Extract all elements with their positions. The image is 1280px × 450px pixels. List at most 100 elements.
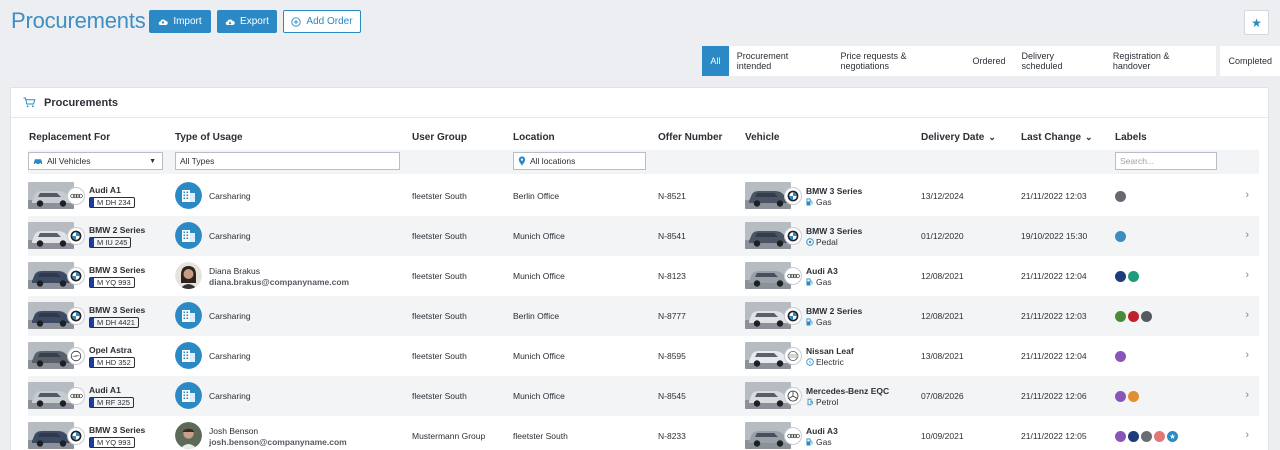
chevron-right-icon[interactable]: › bbox=[1245, 309, 1249, 321]
license-plate: M YQ 993 bbox=[89, 276, 135, 288]
vehicle-filter-value: All Vehicles bbox=[47, 156, 91, 166]
vehicle-model: BMW 3 Series bbox=[806, 225, 863, 236]
label-dot[interactable] bbox=[1128, 270, 1139, 282]
location: Munich Office bbox=[513, 271, 565, 281]
tab-procurement-intended[interactable]: Procurement intended bbox=[728, 46, 833, 76]
usage-name: Carsharing bbox=[209, 191, 251, 201]
labels-search-placeholder: Search... bbox=[1120, 156, 1155, 166]
label-dot[interactable] bbox=[1141, 430, 1152, 442]
label-dot[interactable] bbox=[1141, 310, 1152, 322]
usage-name: Josh Benson bbox=[209, 425, 259, 436]
tab-all[interactable]: All bbox=[702, 46, 729, 76]
label-dot[interactable] bbox=[1115, 430, 1126, 442]
table-row[interactable]: BMW 3 Series M YQ 993 Josh Benson josh.b… bbox=[28, 416, 1259, 450]
label-dot[interactable] bbox=[1128, 310, 1139, 322]
license-plate-text: M YQ 993 bbox=[97, 277, 131, 287]
cart-icon bbox=[23, 97, 36, 108]
license-plate: M IU 245 bbox=[89, 236, 132, 248]
replacement-vehicle-info: BMW 3 Series M YQ 993 bbox=[89, 416, 145, 450]
usage-email: josh.benson@companyname.com bbox=[209, 436, 347, 447]
label-dot[interactable] bbox=[1115, 350, 1126, 362]
tab-price-requests[interactable]: Price requests & negotiations bbox=[832, 46, 965, 76]
fuel-pump-icon bbox=[806, 198, 813, 206]
usage-info: Josh Benson josh.benson@companyname.com bbox=[209, 416, 347, 450]
license-plate: M DH 4421 bbox=[89, 316, 139, 328]
usage-name: Carsharing bbox=[209, 351, 251, 361]
nissan-logo-icon bbox=[784, 347, 802, 365]
tab-ordered[interactable]: Ordered bbox=[964, 46, 1014, 76]
user-group: Mustermann Group bbox=[412, 431, 486, 441]
chevron-right-icon[interactable]: › bbox=[1245, 349, 1249, 361]
fuel-type-label: Petrol bbox=[816, 396, 839, 407]
vehicle-info: Audi A3 Gas bbox=[806, 416, 838, 450]
col-last-change[interactable]: Last Change ⌄ bbox=[1021, 132, 1093, 143]
chevron-right-icon[interactable]: › bbox=[1245, 189, 1249, 201]
label-dot[interactable] bbox=[1115, 390, 1126, 402]
table-row[interactable]: Audi A1 M RF 325 Carsharing fleetster So… bbox=[28, 376, 1259, 416]
tab-completed[interactable]: Completed bbox=[1220, 46, 1280, 76]
label-dot[interactable] bbox=[1115, 230, 1126, 242]
label-dot[interactable] bbox=[1167, 430, 1178, 442]
add-order-button[interactable]: Add Order bbox=[283, 10, 361, 33]
replacement-vehicle-info: Opel Astra M HD 352 bbox=[89, 336, 135, 376]
chevron-right-icon[interactable]: › bbox=[1245, 429, 1249, 441]
pedal-icon bbox=[806, 237, 814, 246]
label-dot[interactable] bbox=[1154, 430, 1165, 442]
chevron-right-icon[interactable]: › bbox=[1245, 389, 1249, 401]
table-row[interactable]: BMW 3 Series M YQ 993 Diana Brakus diana… bbox=[28, 256, 1259, 296]
table-row[interactable]: Audi A1 M DH 234 Carsharing fleetster So… bbox=[28, 176, 1259, 216]
replacement-model: BMW 2 Series bbox=[89, 224, 146, 235]
usage-email: diana.brakus@companyname.com bbox=[209, 276, 350, 287]
tab-registration-handover[interactable]: Registration & handover bbox=[1104, 46, 1217, 76]
vehicle-info: Audi A3 Gas bbox=[806, 256, 838, 296]
replacement-vehicle-info: BMW 2 Series M IU 245 bbox=[89, 216, 145, 256]
labels-cell bbox=[1115, 216, 1126, 256]
labels-search-input[interactable]: Search... bbox=[1115, 152, 1217, 170]
delivery-date: 10/09/2021 bbox=[921, 431, 964, 441]
table-row[interactable]: BMW 2 Series M IU 245 Carsharing fleetst… bbox=[28, 216, 1259, 256]
license-plate: M DH 234 bbox=[89, 196, 135, 208]
fuel-type: Pedal bbox=[806, 237, 838, 247]
bmw-logo-icon bbox=[784, 227, 802, 245]
vehicle-info: Mercedes-Benz EQC Petrol bbox=[806, 376, 889, 416]
vehicle-filter-select[interactable]: All Vehicles ▼ bbox=[28, 152, 163, 170]
fuel-type: Gas bbox=[806, 197, 832, 207]
last-change: 21/11/2022 12:03 bbox=[1021, 311, 1087, 321]
vehicle-info: BMW 3 Series Pedal bbox=[806, 216, 862, 256]
location: Munich Office bbox=[513, 351, 565, 361]
add-order-label: Add Order bbox=[306, 16, 353, 27]
chevron-right-icon[interactable]: › bbox=[1245, 269, 1249, 281]
tab-delivery-scheduled[interactable]: Delivery scheduled bbox=[1013, 46, 1105, 76]
table-row[interactable]: Opel Astra M HD 352 Carsharing fleetster… bbox=[28, 336, 1259, 376]
favorite-button[interactable]: ★ bbox=[1244, 10, 1269, 35]
col-type-of-usage: Type of Usage bbox=[175, 132, 243, 143]
eu-flag-icon bbox=[90, 197, 94, 207]
fuel-type-label: Gas bbox=[816, 436, 832, 447]
license-plate-text: M DH 4421 bbox=[97, 317, 135, 327]
table-row[interactable]: BMW 3 Series M DH 4421 Carsharing fleets… bbox=[28, 296, 1259, 336]
label-dot[interactable] bbox=[1115, 310, 1126, 322]
vehicle-info: Nissan Leaf Electric bbox=[806, 336, 854, 376]
type-filter-input[interactable]: All Types bbox=[175, 152, 400, 170]
location-filter-input[interactable]: All locations bbox=[513, 152, 646, 170]
col-delivery-date[interactable]: Delivery Date ⌄ bbox=[921, 132, 996, 143]
caret-down-icon: ▼ bbox=[149, 157, 156, 165]
label-dot[interactable] bbox=[1128, 390, 1139, 402]
card-header: Procurements bbox=[11, 88, 1268, 118]
import-button[interactable]: Import bbox=[149, 10, 211, 33]
label-dot[interactable] bbox=[1115, 270, 1126, 282]
delivery-date: 13/08/2021 bbox=[921, 351, 964, 361]
offer-number: N-8541 bbox=[658, 231, 686, 241]
label-dot[interactable] bbox=[1115, 190, 1126, 202]
export-button[interactable]: Export bbox=[217, 10, 277, 33]
license-plate: M HD 352 bbox=[89, 356, 135, 368]
replacement-vehicle-info: BMW 3 Series M DH 4421 bbox=[89, 296, 145, 336]
replacement-vehicle-info: Audi A1 M RF 325 bbox=[89, 376, 134, 416]
license-plate-text: M RF 325 bbox=[97, 397, 130, 407]
replacement-model: BMW 3 Series bbox=[89, 264, 146, 275]
label-dot[interactable] bbox=[1128, 430, 1139, 442]
fuel-pump-icon bbox=[806, 318, 813, 326]
carsharing-icon bbox=[175, 222, 202, 249]
page-title: Procurements bbox=[11, 8, 146, 33]
chevron-right-icon[interactable]: › bbox=[1245, 229, 1249, 241]
